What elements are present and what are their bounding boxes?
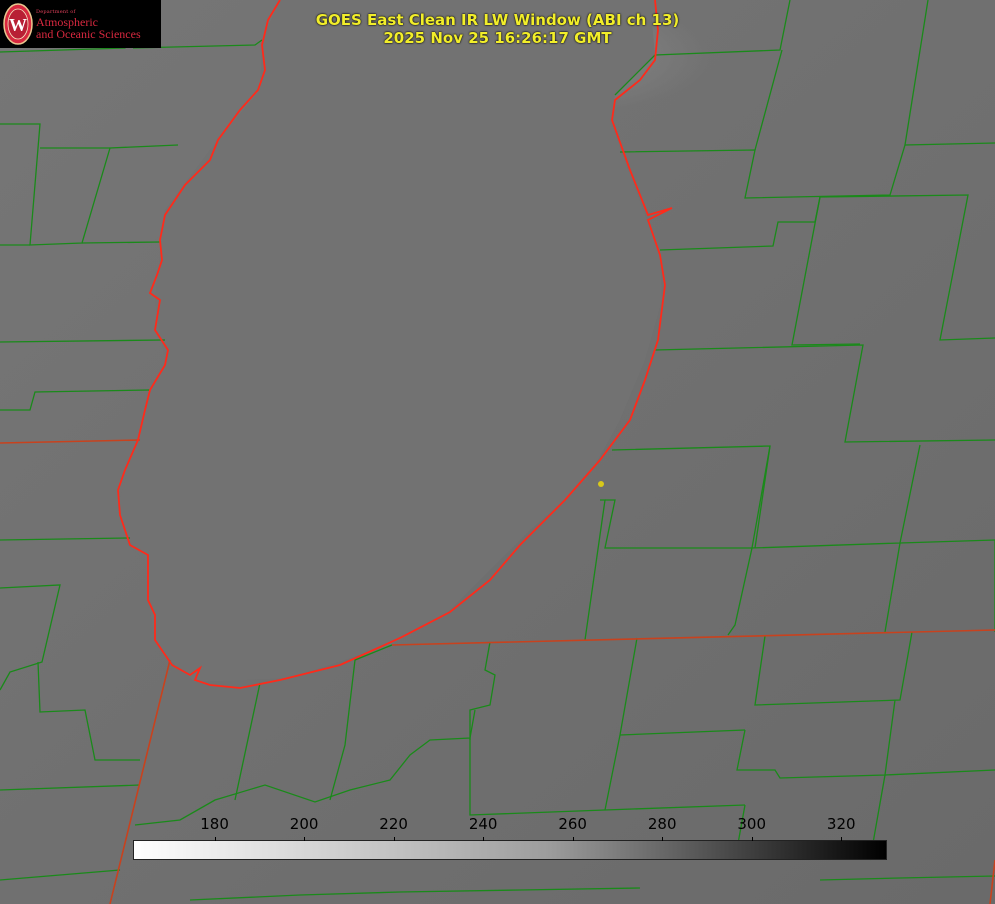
satellite-image-viewer: W Department of Atmospheric and Oceanic … bbox=[0, 0, 995, 904]
colorbar-tick-label: 180 bbox=[200, 815, 229, 833]
colorbar-tick bbox=[304, 837, 306, 841]
colorbar-tick bbox=[483, 837, 485, 841]
yellow-dot bbox=[598, 481, 604, 487]
image-title: GOES East Clean IR LW Window (ABI ch 13) bbox=[315, 11, 680, 29]
colorbar-tick-label: 260 bbox=[558, 815, 587, 833]
colorbar-tick bbox=[841, 837, 843, 841]
colorbar-tick bbox=[751, 837, 753, 841]
colorbar-tick bbox=[662, 837, 664, 841]
image-timestamp: 2025 Nov 25 16:26:17 GMT bbox=[383, 29, 612, 47]
colorbar-tick bbox=[393, 837, 395, 841]
colorbar-tick-label: 240 bbox=[468, 815, 498, 833]
colorbar-gradient bbox=[133, 840, 887, 860]
colorbar-tick-label: 200 bbox=[289, 815, 319, 833]
colorbar-tick-label: 300 bbox=[737, 815, 767, 833]
colorbar-tick bbox=[214, 837, 216, 841]
colorbar-tick-label: 280 bbox=[647, 815, 677, 833]
satellite-map bbox=[0, 0, 995, 904]
colorbar-tick bbox=[572, 837, 574, 841]
colorbar-tick-label: 220 bbox=[379, 815, 408, 833]
colorbar-tick-label: 320 bbox=[826, 815, 856, 833]
